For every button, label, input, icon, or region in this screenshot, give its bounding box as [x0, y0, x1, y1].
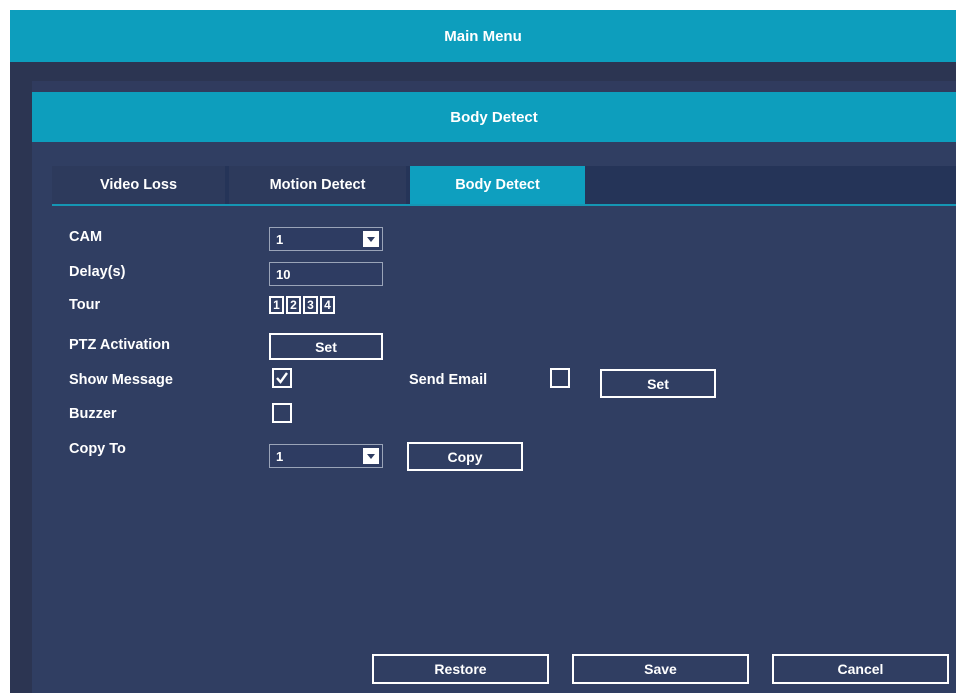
tour-channel-2[interactable]: 2: [286, 296, 301, 314]
send-email-label: Send Email: [409, 372, 488, 388]
show-message-checkbox[interactable]: [272, 368, 292, 388]
delay-label: Delay(s): [69, 264, 126, 280]
delay-input[interactable]: 10: [269, 262, 383, 286]
copy-button[interactable]: Copy: [407, 442, 523, 471]
tour-label: Tour: [69, 297, 101, 313]
tour-channel-1[interactable]: 1: [269, 296, 284, 314]
main-menu-title: Main Menu: [444, 27, 522, 45]
cam-select[interactable]: 1: [269, 227, 383, 251]
cam-label: CAM: [69, 229, 103, 245]
dialog-title: Body Detect: [450, 108, 538, 126]
send-email-checkbox[interactable]: [550, 368, 570, 388]
email-set-button[interactable]: Set: [600, 369, 716, 398]
tour-channel-4[interactable]: 4: [320, 296, 335, 314]
tab-video-loss[interactable]: Video Loss: [52, 166, 225, 204]
chevron-down-icon: [363, 231, 379, 247]
buzzer-label: Buzzer: [69, 406, 117, 422]
copy-to-select-value: 1: [276, 448, 284, 464]
tab-motion-detect-label: Motion Detect: [269, 177, 366, 193]
tour-channel-3[interactable]: 3: [303, 296, 318, 314]
panel-left-strip: [10, 81, 32, 693]
dialog-body: [32, 142, 956, 693]
tab-body-detect-label: Body Detect: [455, 177, 540, 193]
delay-input-value: 10: [276, 266, 291, 282]
dialog-header: Body Detect: [32, 92, 956, 142]
tab-body-detect[interactable]: Body Detect: [410, 166, 585, 204]
restore-button[interactable]: Restore: [372, 654, 549, 684]
tab-video-loss-label: Video Loss: [99, 177, 178, 193]
ptz-set-button[interactable]: Set: [269, 333, 383, 360]
chevron-down-icon: [363, 448, 379, 464]
show-message-label: Show Message: [69, 372, 173, 388]
checkmark-icon: [276, 372, 288, 384]
cancel-button[interactable]: Cancel: [772, 654, 949, 684]
panel-top-strip: [10, 62, 956, 81]
save-button[interactable]: Save: [572, 654, 749, 684]
buzzer-checkbox[interactable]: [272, 403, 292, 423]
ptz-activation-label: PTZ Activation: [69, 337, 170, 353]
copy-to-select[interactable]: 1: [269, 444, 383, 468]
cam-select-value: 1: [276, 231, 284, 247]
copy-to-label: Copy To: [69, 441, 126, 457]
tab-motion-detect[interactable]: Motion Detect: [229, 166, 406, 204]
main-menu-header: Main Menu: [10, 10, 956, 62]
